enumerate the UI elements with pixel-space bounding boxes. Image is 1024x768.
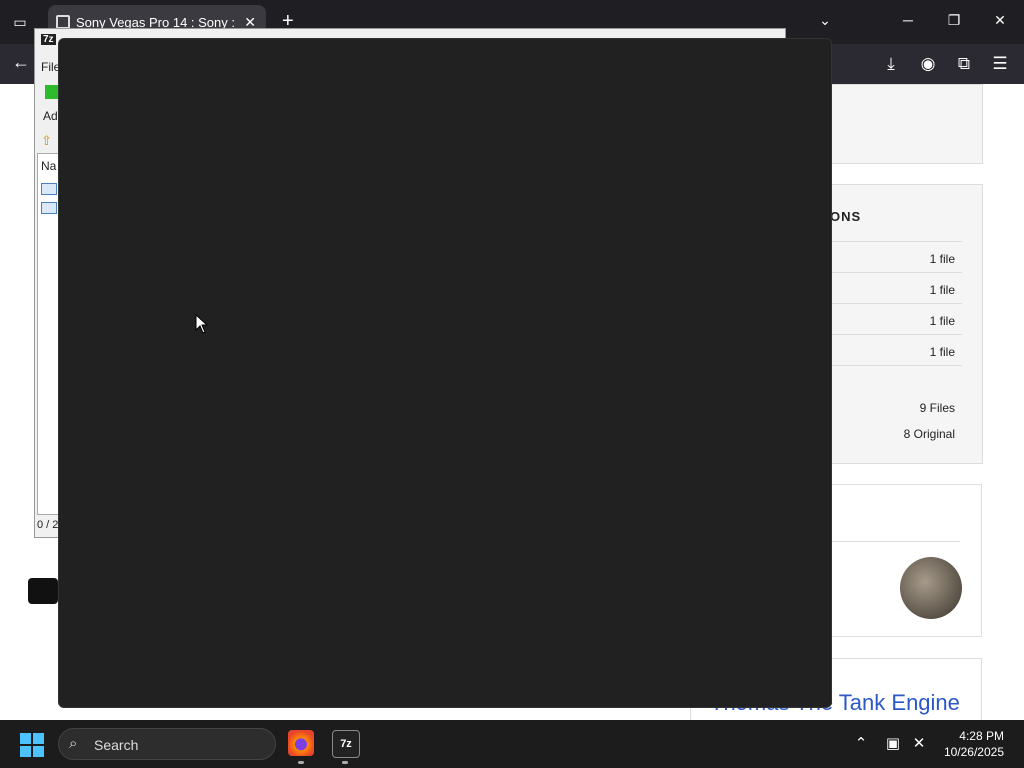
clock-time: 4:28 PM: [959, 729, 1004, 743]
search-icon: ⌕: [69, 735, 78, 752]
folder-up-icon[interactable]: ⇧: [41, 133, 52, 149]
show-hidden-icons-chevron-icon[interactable]: ⌃: [852, 734, 870, 752]
system-clock[interactable]: 4:28 PM 10/26/2025: [944, 728, 1004, 760]
menu-icon[interactable]: ☰: [990, 54, 1010, 74]
extensions-icon[interactable]: ⧉: [954, 54, 974, 74]
file-icon[interactable]: [41, 202, 57, 214]
status-bar-selection: 0 / 2: [37, 519, 59, 531]
download-row-count[interactable]: 1 file: [930, 345, 955, 359]
row-divider: [832, 241, 962, 242]
card-divider: [830, 541, 960, 542]
download-row-count[interactable]: 1 file: [930, 314, 955, 328]
uploader-avatar[interactable]: [900, 557, 962, 619]
running-indicator: [342, 761, 348, 764]
row-divider: [832, 272, 962, 273]
close-window-icon[interactable]: ✕: [990, 12, 1010, 29]
seven-zip-taskbar-icon[interactable]: 7z: [332, 730, 360, 758]
taskbar-search[interactable]: ⌕ Search: [58, 728, 276, 760]
row-divider: [832, 334, 962, 335]
clock-date: 10/26/2025: [943, 745, 1004, 759]
row-divider: [832, 365, 962, 366]
download-options-title: ONS: [830, 209, 862, 224]
windows-start-icon[interactable]: [20, 733, 44, 757]
row-divider: [832, 303, 962, 304]
add-icon[interactable]: [45, 85, 59, 99]
maximize-icon[interactable]: ❐: [944, 12, 964, 29]
seven-zip-icon: 7z: [41, 34, 56, 45]
download-row-count[interactable]: 1 file: [930, 283, 955, 297]
firefox-taskbar-icon[interactable]: [288, 730, 314, 756]
account-icon[interactable]: ◉: [918, 54, 938, 74]
download-row-count[interactable]: 1 file: [930, 252, 955, 266]
add-button-label[interactable]: Ad: [43, 109, 58, 123]
back-arrow-icon[interactable]: ←: [12, 52, 30, 73]
list-tabs-chevron-icon[interactable]: ⌄: [815, 12, 835, 29]
tab-manager-icon[interactable]: ▭: [10, 12, 30, 32]
site-favicon-icon: [56, 15, 70, 29]
file-icon[interactable]: [41, 183, 57, 195]
show-all-files[interactable]: 9 Files: [920, 401, 955, 415]
volume-muted-icon[interactable]: ✕: [910, 734, 928, 752]
running-indicator: [298, 761, 304, 764]
column-header-name[interactable]: Na: [41, 159, 56, 173]
original-files-count[interactable]: 8 Original: [904, 427, 955, 441]
network-icon[interactable]: ▣: [884, 734, 902, 752]
blank-dark-window[interactable]: [58, 38, 832, 708]
taskbar: ⌕ Search 7z ⌃ ▣ ✕ 4:28 PM 10/26/2025: [0, 720, 1024, 768]
search-label: Search: [94, 737, 139, 753]
comment-icon[interactable]: [28, 578, 58, 604]
minimize-icon[interactable]: ─: [898, 12, 918, 28]
downloads-icon[interactable]: ⤓: [881, 54, 901, 74]
